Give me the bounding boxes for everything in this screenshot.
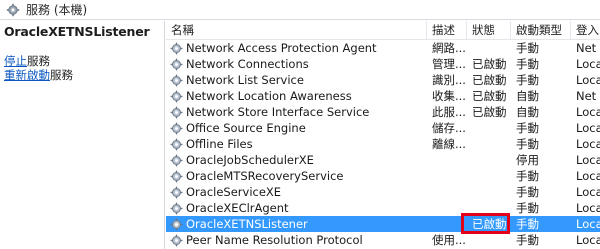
table-row[interactable]: Offline Files 離線... 手動 Loca bbox=[166, 136, 600, 152]
service-name-cell: Network Location Awareness bbox=[186, 89, 352, 103]
service-logon-cell: Loca bbox=[576, 217, 600, 231]
restart-service-link[interactable]: 重新啟動 bbox=[4, 68, 50, 82]
service-status-cell: 已啟動 bbox=[472, 73, 507, 87]
service-startup-type-cell: 自動 bbox=[516, 89, 539, 103]
table-row[interactable]: OracleMTSRecoveryService 手動 Loca bbox=[166, 168, 600, 184]
service-description-cell: 收集... bbox=[432, 89, 466, 103]
table-row[interactable]: Office Source Engine 儲存... 手動 Loca bbox=[166, 120, 600, 136]
service-logon-cell: Loca bbox=[576, 121, 600, 135]
service-logon-cell: Loca bbox=[576, 169, 600, 183]
service-status-cell bbox=[467, 120, 511, 136]
service-logon-cell: Loca bbox=[576, 185, 600, 199]
table-row[interactable]: OracleXETNSListener 已啟動 手動 Loca bbox=[166, 213, 600, 234]
service-name-cell: OracleMTSRecoveryService bbox=[186, 169, 344, 183]
table-row[interactable]: Network Connections 管理... 已啟動 手動 Loca bbox=[166, 56, 600, 72]
service-description-cell: 離線... bbox=[432, 137, 466, 151]
service-description-cell bbox=[427, 168, 467, 184]
service-startup-type-cell: 手動 bbox=[516, 169, 539, 183]
service-logon-cell: Loca bbox=[576, 137, 600, 151]
service-status-cell: 已啟動 bbox=[472, 57, 507, 71]
service-startup-type-cell: 自動 bbox=[516, 105, 539, 119]
list-header: 名稱 描述 狀態 啟動類型 登入 bbox=[166, 21, 600, 40]
service-description-cell bbox=[427, 152, 467, 168]
status-highlight-box bbox=[461, 213, 510, 234]
service-description-cell: 此服... bbox=[432, 105, 466, 119]
service-logon-cell: Net bbox=[576, 89, 597, 103]
service-startup-type-cell: 手動 bbox=[516, 217, 539, 231]
service-logon-cell: Loca bbox=[576, 57, 600, 71]
column-header-description[interactable]: 描述 bbox=[427, 21, 467, 40]
table-row[interactable]: Network Access Protection Agent 網路... 手動 Ne… bbox=[166, 40, 600, 56]
service-status-cell: 已啟動 bbox=[472, 89, 507, 103]
service-name-cell: Office Source Engine bbox=[186, 121, 306, 135]
service-name-cell: Peer Name Resolution Protocol bbox=[186, 233, 363, 247]
service-startup-type-cell: 手動 bbox=[516, 121, 539, 135]
service-detail-pane: OracleXETNSListener 停止服務 重新啟動服務 bbox=[0, 21, 165, 249]
table-row[interactable]: OracleJobSchedulerXE 停用 Loca bbox=[166, 152, 600, 168]
column-header-name[interactable]: 名稱 bbox=[166, 21, 427, 40]
service-status-cell: 已啟動 bbox=[472, 105, 507, 119]
restart-service-suffix: 服務 bbox=[50, 68, 73, 82]
service-logon-cell: Loca bbox=[576, 73, 600, 87]
service-name-cell: OracleXETNSListener bbox=[186, 217, 308, 231]
service-description-cell: 管理... bbox=[432, 57, 466, 71]
service-description-cell: 網路... bbox=[432, 41, 466, 55]
service-name-cell: OracleServiceXE bbox=[186, 185, 282, 199]
service-status-cell bbox=[467, 232, 511, 248]
service-status-cell bbox=[467, 168, 511, 184]
service-name-cell: Network List Service bbox=[186, 73, 304, 87]
service-startup-type-cell: 手動 bbox=[516, 201, 539, 215]
service-description-cell bbox=[427, 184, 467, 200]
column-header-status[interactable]: 狀態 bbox=[467, 21, 511, 40]
table-row[interactable]: Network List Service 識別... 已啟動 手動 Loca bbox=[166, 72, 600, 88]
table-row[interactable]: OracleXEClrAgent 手動 Loca bbox=[166, 200, 600, 216]
service-name-cell: Network Connections bbox=[186, 57, 309, 71]
service-logon-cell: Loca bbox=[576, 105, 600, 119]
table-row[interactable]: Peer Name Resolution Protocol 使用... 手動 Loca bbox=[166, 232, 600, 248]
service-startup-type-cell: 手動 bbox=[516, 57, 539, 71]
stop-service-link[interactable]: 停止 bbox=[4, 54, 27, 68]
service-logon-cell: Net bbox=[576, 41, 597, 55]
service-startup-type-cell: 手動 bbox=[516, 137, 539, 151]
service-status-cell bbox=[467, 136, 511, 152]
window-title: 服務 (本機) bbox=[26, 3, 88, 17]
service-name-cell: OracleJobSchedulerXE bbox=[186, 153, 314, 167]
services-list: 名稱 描述 狀態 啟動類型 登入 Network Access Protecti… bbox=[166, 21, 600, 249]
service-name-cell: OracleXEClrAgent bbox=[186, 201, 289, 215]
restart-service-action: 重新啟動服務 bbox=[4, 67, 73, 83]
stop-service-suffix: 服務 bbox=[27, 54, 50, 68]
service-status-cell bbox=[467, 152, 511, 168]
title-bar: 服務 (本機) bbox=[0, 0, 600, 20]
service-status-cell bbox=[467, 184, 511, 200]
table-row[interactable]: Network Store Interface Service 此服... 已啟動自… bbox=[166, 104, 600, 120]
service-logon-cell: Loca bbox=[576, 153, 600, 167]
selected-service-name: OracleXETNSListener bbox=[4, 24, 150, 39]
service-name-cell: Network Access Protection Agent bbox=[186, 41, 377, 55]
column-header-startup-type[interactable]: 啟動類型 bbox=[511, 21, 571, 40]
service-description-cell: 儲存... bbox=[432, 121, 466, 135]
service-startup-type-cell: 手動 bbox=[516, 41, 539, 55]
gear-icon bbox=[6, 3, 20, 16]
service-startup-type-cell: 手動 bbox=[516, 233, 539, 247]
table-row[interactable]: Network Location Awareness 收集... 已啟動 自動 Net bbox=[166, 88, 600, 104]
service-description-cell: 使用... bbox=[432, 233, 466, 247]
service-description-cell: 識別... bbox=[432, 73, 466, 87]
service-startup-type-cell: 手動 bbox=[516, 73, 539, 87]
service-name-cell: Offline Files bbox=[186, 137, 253, 151]
service-logon-cell: Loca bbox=[576, 233, 600, 247]
service-startup-type-cell: 停用 bbox=[516, 153, 539, 167]
service-status-cell bbox=[467, 40, 511, 56]
column-header-logon-as[interactable]: 登入 bbox=[571, 21, 600, 40]
service-name-cell: Network Store Interface Service bbox=[186, 105, 370, 119]
service-startup-type-cell: 手動 bbox=[516, 185, 539, 199]
service-logon-cell: Loca bbox=[576, 201, 600, 215]
table-row[interactable]: OracleServiceXE 手動 Loca bbox=[166, 184, 600, 200]
